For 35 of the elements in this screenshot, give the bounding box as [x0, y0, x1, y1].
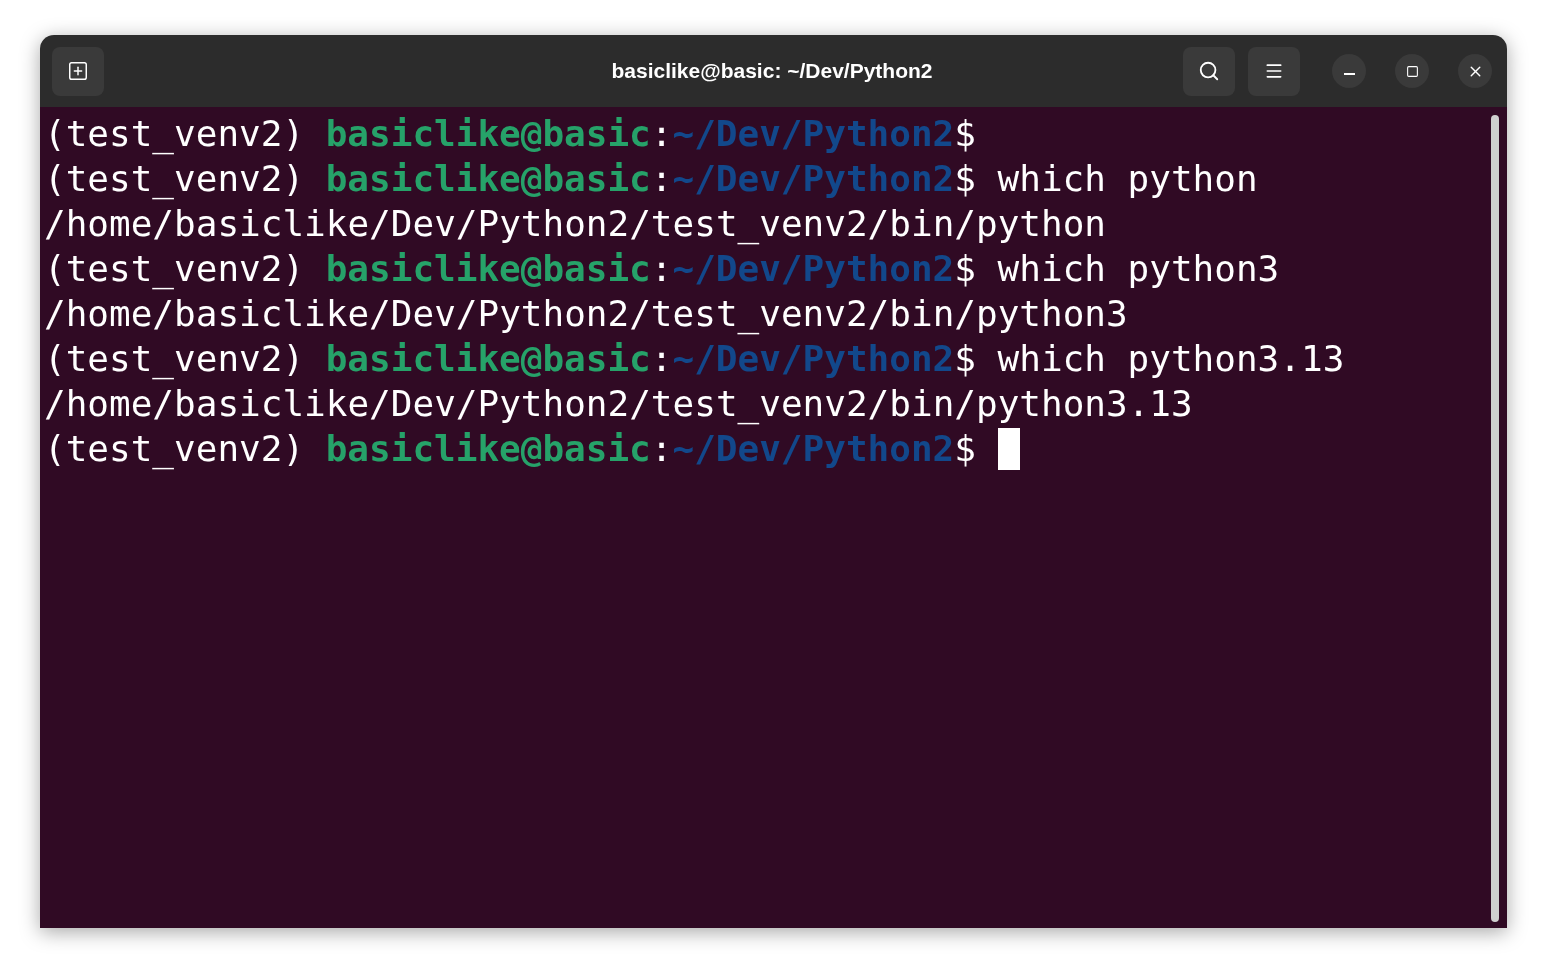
prompt-symbol: $ — [954, 160, 976, 197]
menu-icon — [1264, 61, 1284, 81]
command: which python — [997, 160, 1258, 197]
window-title: basiclike@basic: ~/Dev/Python2 — [611, 58, 933, 85]
prompt-symbol: $ — [954, 340, 976, 377]
command: which python3.13 — [997, 340, 1345, 377]
user-host: basiclike@basic — [325, 160, 651, 197]
prompt-symbol: $ — [954, 115, 976, 152]
separator: : — [650, 115, 673, 152]
scrollbar[interactable] — [1491, 115, 1499, 922]
prompt-symbol: $ — [954, 250, 976, 287]
separator: : — [650, 340, 673, 377]
directory-path: ~/Dev/Python2 — [672, 340, 955, 377]
directory-path: ~/Dev/Python2 — [672, 160, 955, 197]
minimize-icon — [1343, 73, 1355, 75]
prompt-symbol: $ — [954, 430, 976, 467]
user-host: basiclike@basic — [325, 250, 651, 287]
separator: : — [650, 160, 673, 197]
user-host: basiclike@basic — [325, 340, 651, 377]
maximize-icon — [1405, 64, 1419, 78]
command: which python3 — [997, 250, 1280, 287]
directory-path: ~/Dev/Python2 — [672, 430, 955, 467]
new-tab-icon — [67, 60, 89, 82]
directory-path: ~/Dev/Python2 — [672, 115, 955, 152]
menu-button[interactable] — [1248, 46, 1300, 96]
close-button[interactable] — [1458, 54, 1492, 88]
search-button[interactable] — [1183, 46, 1235, 96]
maximize-button[interactable] — [1395, 54, 1429, 88]
new-tab-button[interactable] — [52, 46, 104, 96]
user-host: basiclike@basic — [325, 430, 651, 467]
search-icon — [1198, 60, 1220, 82]
user-host: basiclike@basic — [325, 115, 651, 152]
separator: : — [650, 430, 673, 467]
directory-path: ~/Dev/Python2 — [672, 250, 955, 287]
separator: : — [650, 250, 673, 287]
